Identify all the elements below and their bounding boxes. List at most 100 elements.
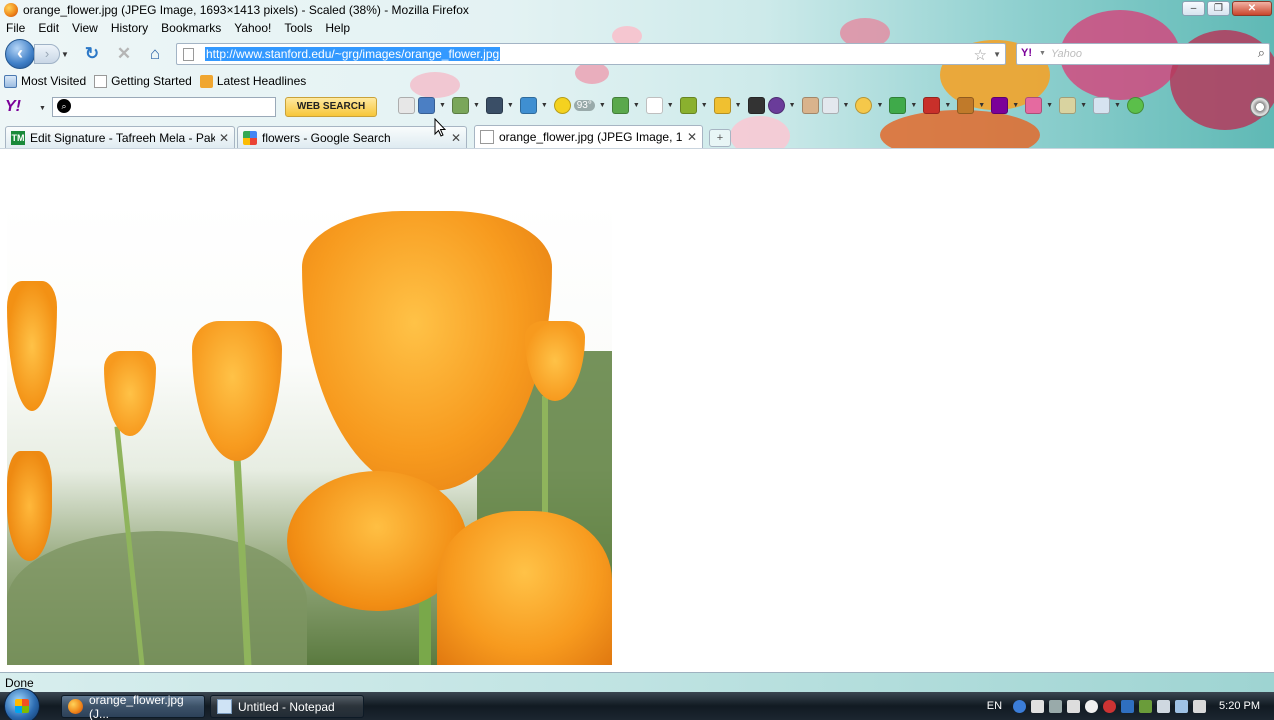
start-button[interactable] bbox=[4, 688, 40, 720]
menu-tools[interactable]: Tools bbox=[284, 21, 312, 35]
reload-icon[interactable]: ↻ bbox=[81, 43, 103, 65]
close-tab-icon[interactable]: ✕ bbox=[219, 131, 229, 145]
hand-icon[interactable] bbox=[801, 97, 819, 114]
dropdown-icon[interactable]: ▼ bbox=[876, 102, 883, 109]
dropdown-icon[interactable]: ▼ bbox=[978, 102, 985, 109]
photos-icon[interactable] bbox=[451, 97, 469, 114]
network-connection-icon[interactable] bbox=[1175, 699, 1189, 713]
yahoo-logo-icon[interactable]: Y! bbox=[5, 98, 21, 116]
tab-orange-flower[interactable]: orange_flower.jpg (JPEG Image, 1... ✕ bbox=[474, 125, 703, 148]
bookmark-getting-started[interactable]: Getting Started bbox=[94, 74, 192, 88]
dropdown-icon[interactable]: ▼ bbox=[633, 102, 640, 109]
tab-edit-signature[interactable]: TM Edit Signature - Tafreeh Mela - Paki.… bbox=[5, 126, 235, 148]
dropdown-icon[interactable]: ▼ bbox=[541, 102, 548, 109]
dropdown-icon[interactable]: ▼ bbox=[1012, 102, 1019, 109]
search-icon: ⌕ bbox=[57, 99, 71, 113]
app-tray-icon[interactable] bbox=[1121, 699, 1135, 713]
menu-yahoo[interactable]: Yahoo! bbox=[234, 21, 271, 35]
dropdown-icon[interactable]: ▼ bbox=[473, 102, 480, 109]
pages-icon[interactable] bbox=[1093, 97, 1110, 114]
app-tray-icon[interactable] bbox=[1085, 699, 1099, 713]
search-engine-dropdown-icon[interactable]: ▼ bbox=[1039, 50, 1046, 57]
url-dropdown-icon[interactable]: ▼ bbox=[993, 50, 1001, 59]
finance-icon[interactable] bbox=[611, 97, 629, 114]
pencil-icon[interactable] bbox=[398, 97, 415, 114]
show-hidden-icon[interactable] bbox=[1049, 699, 1063, 713]
language-indicator[interactable]: EN bbox=[987, 700, 1002, 712]
menu-file[interactable]: File bbox=[6, 21, 25, 35]
dice-icon[interactable] bbox=[923, 97, 941, 114]
app-tray-icon[interactable] bbox=[1103, 699, 1117, 713]
dropdown-icon[interactable]: ▼ bbox=[1080, 102, 1087, 109]
gear-icon[interactable] bbox=[1250, 97, 1270, 117]
notepad-icon[interactable] bbox=[1059, 97, 1077, 114]
restore-button[interactable]: ❐ bbox=[1207, 1, 1230, 16]
games-icon[interactable] bbox=[679, 97, 697, 114]
bookmarks-icon[interactable] bbox=[821, 97, 839, 114]
dropdown-icon[interactable]: ▼ bbox=[789, 102, 796, 109]
dropdown-icon[interactable]: ▼ bbox=[507, 102, 514, 109]
menu-history[interactable]: History bbox=[111, 21, 148, 35]
bookmark-most-visited[interactable]: Most Visited bbox=[4, 74, 86, 88]
app-tray-icon[interactable] bbox=[1139, 699, 1153, 713]
tab-flowers-google-search[interactable]: flowers - Google Search ✕ bbox=[237, 126, 467, 148]
dropdown-icon[interactable]: ▼ bbox=[910, 102, 917, 109]
music-icon[interactable] bbox=[957, 97, 975, 114]
menu-bookmarks[interactable]: Bookmarks bbox=[161, 21, 221, 35]
clock[interactable]: 5:20 PM bbox=[1219, 700, 1260, 712]
bookmark-latest-headlines[interactable]: Latest Headlines bbox=[199, 74, 306, 88]
myyahoo-icon[interactable] bbox=[767, 97, 785, 114]
dropdown-icon[interactable]: ▼ bbox=[701, 102, 708, 109]
puzzle-icon[interactable] bbox=[889, 97, 907, 114]
search-bar[interactable]: Y! ▼ Yahoo ⌕ bbox=[1016, 43, 1270, 65]
yahoo-icon[interactable] bbox=[991, 97, 1009, 114]
menu-view[interactable]: View bbox=[72, 21, 98, 35]
close-window-button[interactable]: ✕ bbox=[1232, 1, 1272, 16]
search-icon[interactable]: ⌕ bbox=[1258, 45, 1265, 61]
forward-button[interactable]: › bbox=[34, 44, 60, 64]
answers-icon[interactable] bbox=[713, 97, 731, 114]
dropdown-icon[interactable]: ▼ bbox=[735, 102, 742, 109]
yahoo-engine-icon[interactable]: Y! bbox=[1021, 47, 1032, 59]
safely-remove-icon[interactable] bbox=[1157, 699, 1171, 713]
dropdown-icon[interactable]: ▼ bbox=[843, 102, 850, 109]
taskbar-item-notepad[interactable]: Untitled - Notepad bbox=[210, 695, 364, 718]
dropdown-icon[interactable]: ▼ bbox=[667, 102, 674, 109]
close-tab-icon[interactable]: ✕ bbox=[451, 131, 461, 145]
shopping-icon[interactable] bbox=[1025, 97, 1043, 114]
new-tab-button[interactable]: + bbox=[709, 129, 731, 147]
history-dropdown-icon[interactable]: ▼ bbox=[61, 50, 69, 59]
dropdown-icon[interactable]: ▼ bbox=[1046, 102, 1053, 109]
stop-icon[interactable]: ✕ bbox=[113, 43, 135, 65]
amazon-icon[interactable] bbox=[747, 97, 765, 114]
back-button[interactable]: ‹ bbox=[5, 39, 35, 69]
close-tab-icon[interactable]: ✕ bbox=[687, 130, 697, 144]
add-icon[interactable] bbox=[1126, 97, 1144, 114]
url-text[interactable]: http://www.stanford.edu/~grg/images/oran… bbox=[205, 47, 501, 61]
volume-icon[interactable] bbox=[1193, 699, 1207, 713]
yahoo-search-input[interactable]: ⌕ bbox=[52, 97, 276, 117]
bookmark-star-icon[interactable]: ☆ bbox=[974, 46, 987, 64]
taskbar-item-firefox[interactable]: orange_flower.jpg (J... bbox=[61, 693, 205, 720]
weather-icon[interactable] bbox=[553, 97, 571, 114]
app-tray-icon[interactable] bbox=[1067, 699, 1081, 713]
dropdown-icon[interactable]: ▼ bbox=[439, 102, 446, 109]
minimize-button[interactable]: – bbox=[1182, 1, 1205, 16]
dropdown-icon[interactable]: ▼ bbox=[1114, 102, 1121, 109]
video-icon[interactable] bbox=[485, 97, 503, 114]
network-icon[interactable] bbox=[1031, 699, 1045, 713]
dropdown-icon[interactable]: ▼ bbox=[599, 102, 606, 109]
smiley-icon[interactable] bbox=[855, 97, 873, 114]
dropdown-icon[interactable]: ▼ bbox=[944, 102, 951, 109]
mail-icon[interactable] bbox=[519, 97, 537, 114]
messenger-icon[interactable] bbox=[418, 97, 435, 114]
menu-edit[interactable]: Edit bbox=[38, 21, 59, 35]
flickr-icon[interactable] bbox=[645, 97, 663, 114]
yahoo-menu-dropdown-icon[interactable]: ▼ bbox=[39, 105, 46, 112]
url-bar[interactable]: http://www.stanford.edu/~grg/images/oran… bbox=[176, 43, 1006, 65]
orange-flower-image[interactable] bbox=[7, 201, 612, 665]
help-icon[interactable] bbox=[1013, 699, 1027, 713]
web-search-button[interactable]: WEB SEARCH bbox=[285, 97, 377, 117]
menu-help[interactable]: Help bbox=[325, 21, 350, 35]
home-icon[interactable]: ⌂ bbox=[144, 43, 166, 65]
